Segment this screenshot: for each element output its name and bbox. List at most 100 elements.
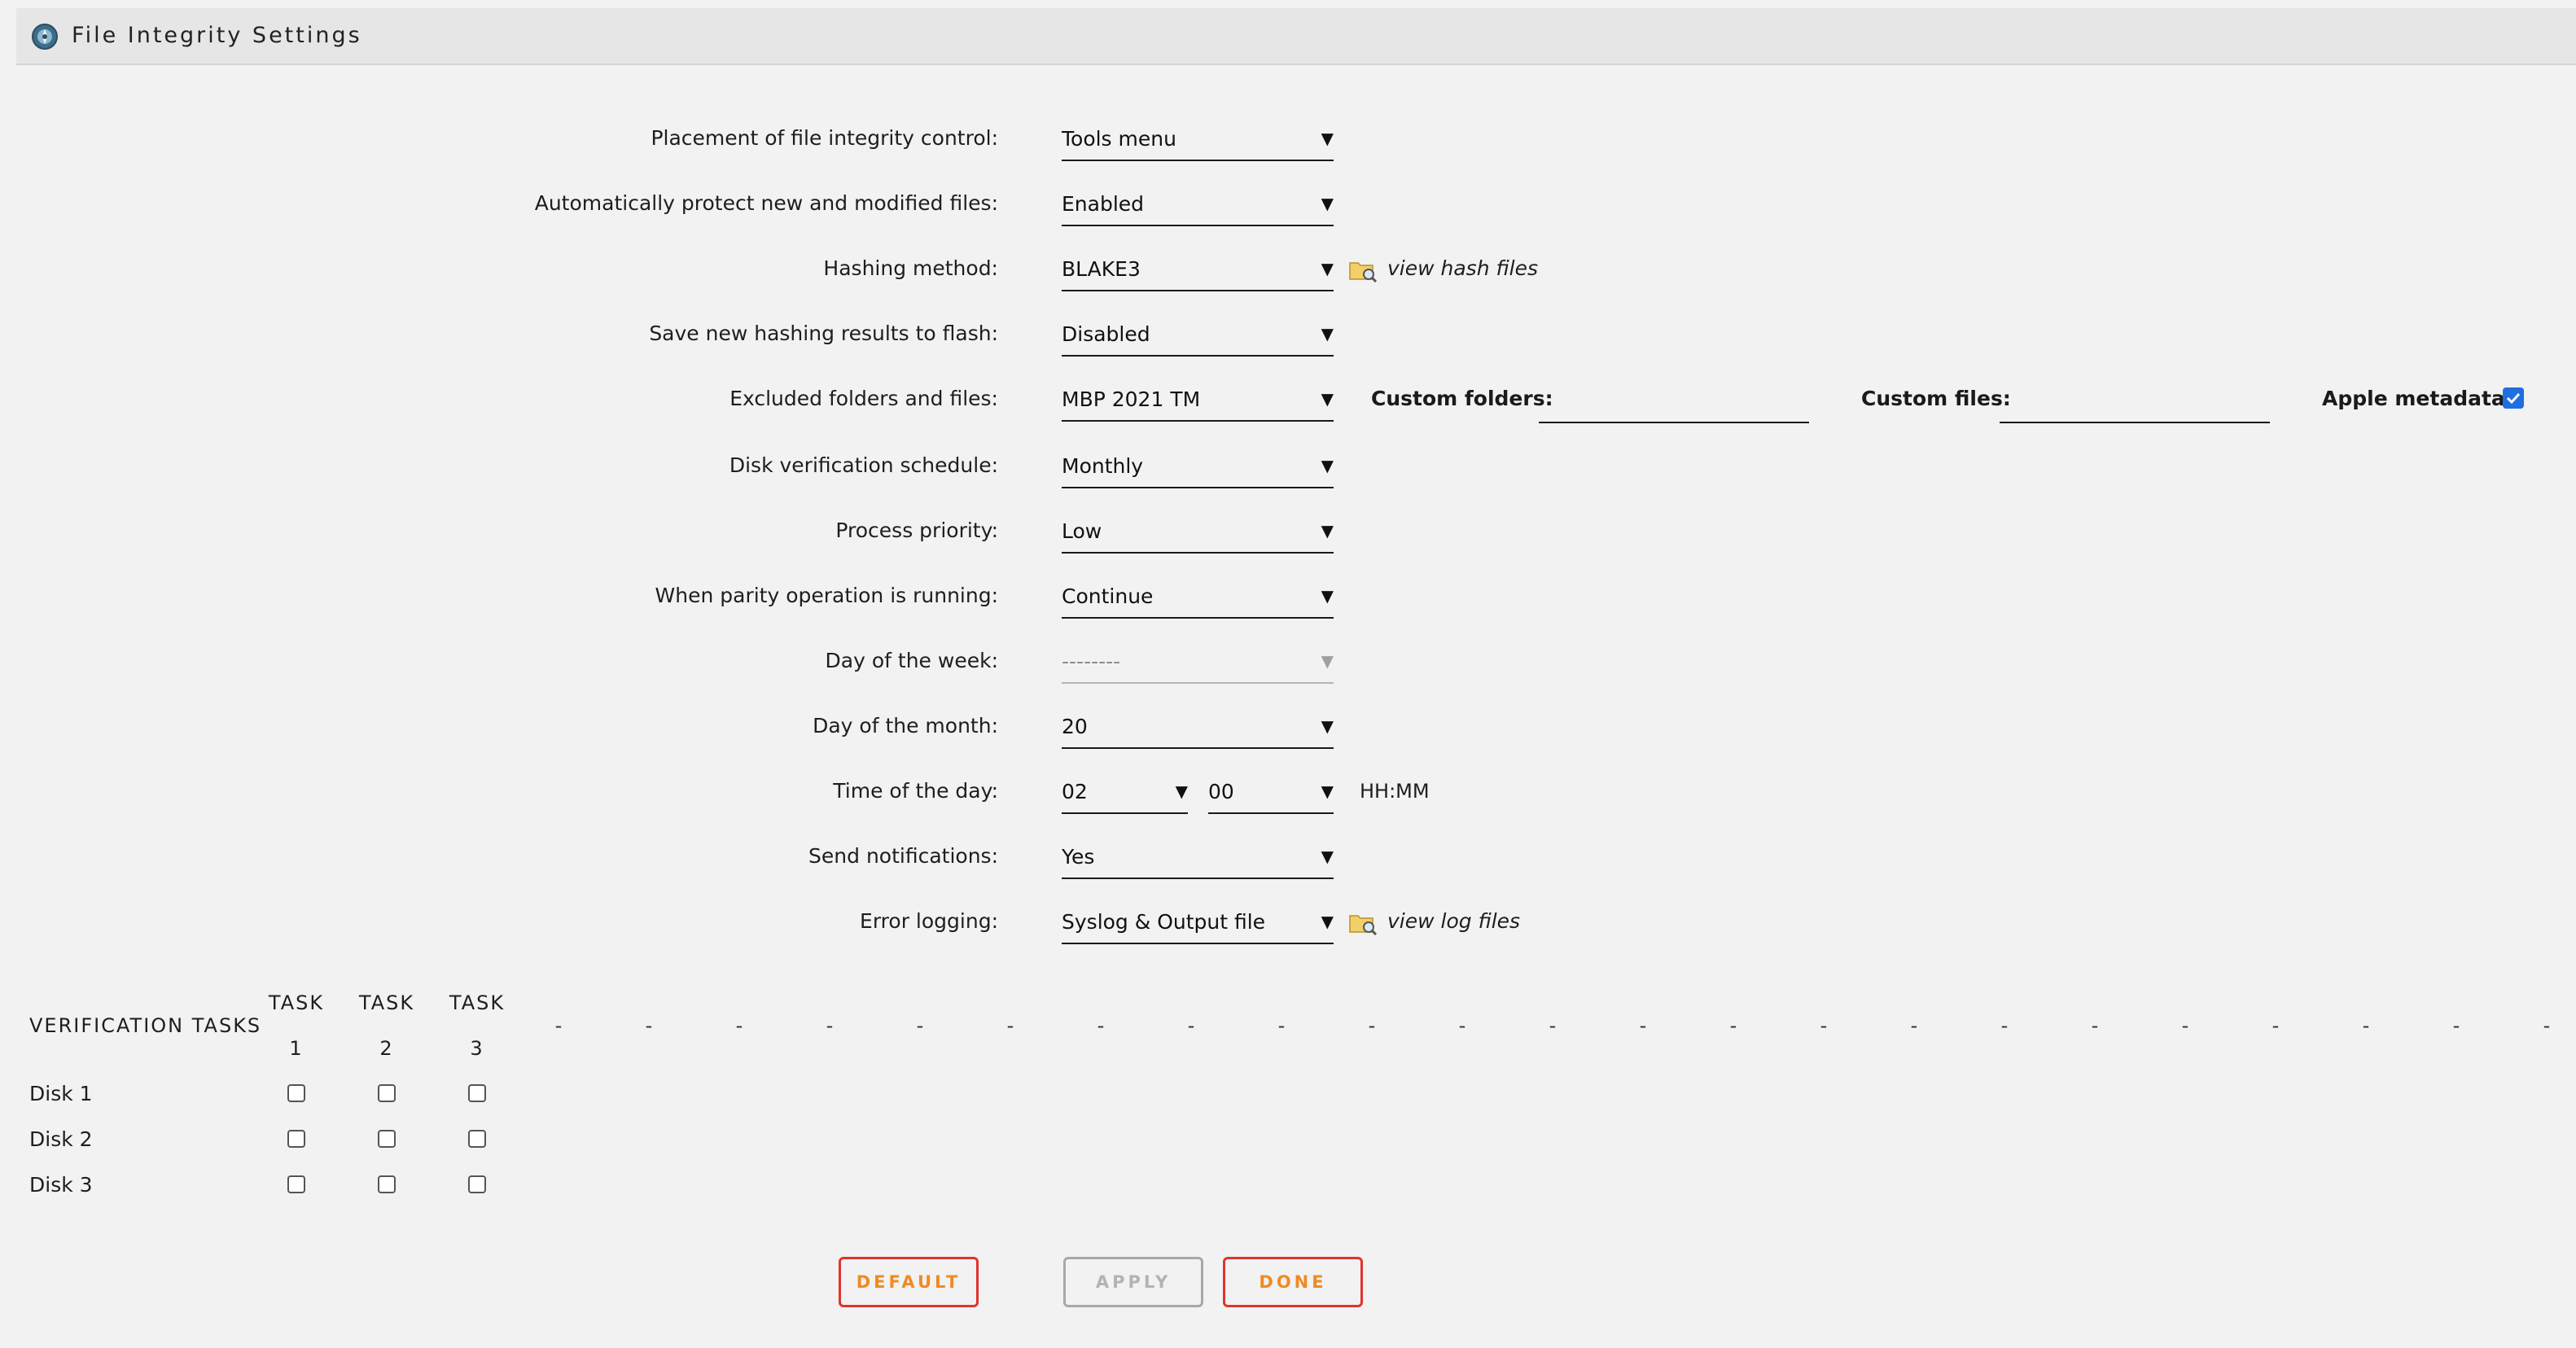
hour-select[interactable]: 02 ▼ — [1062, 773, 1188, 814]
setting-row-excluded: Excluded folders and files: MBP 2021 TM … — [0, 374, 2576, 423]
setting-label: Day of the month: — [813, 714, 998, 737]
task-placeholder-dash: - — [1639, 1014, 1647, 1037]
folder-search-icon[interactable] — [1348, 258, 1378, 282]
setting-label: When parity operation is running: — [655, 584, 998, 607]
custom-folders-input[interactable] — [1539, 383, 1809, 423]
task-placeholder-dash: - — [2000, 1014, 2009, 1037]
day-of-week-select: -------- ▼ — [1062, 643, 1334, 684]
caret-down-icon: ▼ — [1175, 781, 1188, 801]
setting-row-placement: Placement of file integrity control: Too… — [0, 114, 2576, 163]
disk-label: Disk 2 — [29, 1127, 93, 1151]
caret-down-icon: ▼ — [1321, 521, 1334, 541]
apple-metadata-checkbox[interactable] — [2503, 387, 2524, 409]
custom-files-input[interactable] — [2000, 383, 2270, 423]
task-placeholder-dash: - — [645, 1014, 653, 1037]
caret-down-icon: ▼ — [1321, 259, 1334, 278]
disk1-task2-checkbox[interactable] — [378, 1084, 396, 1102]
setting-row-error-logging: Error logging: Syslog & Output file ▼ vi… — [0, 897, 2576, 946]
task-placeholder-dash: - — [826, 1014, 834, 1037]
task-placeholder-dash: - — [554, 1014, 563, 1037]
view-log-files-link[interactable]: view log files — [1387, 897, 1520, 946]
caret-down-icon: ▼ — [1321, 651, 1334, 671]
checkmark-icon — [2506, 392, 2521, 405]
excluded-select[interactable]: MBP 2021 TM ▼ — [1062, 381, 1334, 422]
custom-folders-label: Custom folders: — [1371, 387, 1553, 410]
title-bar: File Integrity Settings — [16, 8, 2576, 65]
save-to-flash-select[interactable]: Disabled ▼ — [1062, 316, 1334, 357]
disk2-task2-checkbox[interactable] — [378, 1130, 396, 1148]
gear-globe-icon — [32, 24, 58, 50]
notifications-select[interactable]: Yes ▼ — [1062, 838, 1334, 879]
auto-protect-select[interactable]: Enabled ▼ — [1062, 186, 1334, 226]
task-placeholder-dash: - — [2362, 1014, 2370, 1037]
setting-row-priority: Process priority: Low ▼ — [0, 506, 2576, 555]
setting-row-time-of-day: Time of the day: 02 ▼ 00 ▼ HH:MM — [0, 767, 2576, 816]
setting-label: Error logging: — [860, 909, 998, 933]
task-placeholder-dash: - — [916, 1014, 924, 1037]
file-integrity-settings-page: File Integrity Settings Placement of fil… — [0, 0, 2576, 1348]
schedule-select[interactable]: Monthly ▼ — [1062, 448, 1334, 488]
setting-label: Process priority: — [835, 519, 998, 542]
priority-select[interactable]: Low ▼ — [1062, 513, 1334, 554]
time-format-hint: HH:MM — [1360, 780, 1430, 803]
page-title: File Integrity Settings — [72, 23, 362, 48]
custom-files-label: Custom files: — [1861, 387, 2011, 410]
setting-label: Placement of file integrity control: — [651, 126, 998, 150]
setting-label: Automatically protect new and modified f… — [534, 191, 998, 215]
task-placeholder-dash: - — [1277, 1014, 1286, 1037]
task-placeholder-dash: - — [2091, 1014, 2099, 1037]
disk3-task1-checkbox[interactable] — [287, 1175, 305, 1193]
caret-down-icon: ▼ — [1321, 716, 1334, 736]
done-button[interactable]: DONE — [1223, 1257, 1363, 1307]
setting-label: Time of the day: — [833, 779, 998, 803]
view-hash-files-link[interactable]: view hash files — [1387, 244, 1538, 293]
default-button[interactable]: DEFAULT — [839, 1257, 979, 1307]
setting-row-schedule: Disk verification schedule: Monthly ▼ — [0, 441, 2576, 490]
hashing-method-select[interactable]: BLAKE3 ▼ — [1062, 251, 1334, 291]
task-placeholder-dash: - — [2543, 1014, 2551, 1037]
disk1-task1-checkbox[interactable] — [287, 1084, 305, 1102]
disk1-task3-checkbox[interactable] — [468, 1084, 486, 1102]
caret-down-icon: ▼ — [1321, 456, 1334, 475]
setting-label: Disk verification schedule: — [729, 453, 998, 477]
disk2-task3-checkbox[interactable] — [468, 1130, 486, 1148]
setting-row-day-of-week: Day of the week: -------- ▼ — [0, 637, 2576, 685]
apply-button[interactable]: APPLY — [1063, 1257, 1203, 1307]
setting-row-hashing-method: Hashing method: BLAKE3 ▼ view hash files — [0, 244, 2576, 293]
task-placeholder-dash: - — [1820, 1014, 1828, 1037]
error-logging-select[interactable]: Syslog & Output file ▼ — [1062, 904, 1334, 944]
setting-label: Excluded folders and files: — [729, 387, 998, 410]
caret-down-icon: ▼ — [1321, 129, 1334, 148]
caret-down-icon: ▼ — [1321, 324, 1334, 344]
setting-label: Day of the week: — [825, 649, 998, 672]
caret-down-icon: ▼ — [1321, 194, 1334, 213]
disk3-task2-checkbox[interactable] — [378, 1175, 396, 1193]
caret-down-icon: ▼ — [1321, 847, 1334, 866]
task-placeholder-dash: - — [1097, 1014, 1105, 1037]
task-placeholder-dash: - — [1006, 1014, 1014, 1037]
task-placeholder-dash: - — [2452, 1014, 2460, 1037]
placement-select[interactable]: Tools menu ▼ — [1062, 120, 1334, 161]
task-placeholder-dash: - — [1729, 1014, 1737, 1037]
setting-label: Hashing method: — [823, 256, 998, 280]
task-placeholder-dash: - — [1187, 1014, 1195, 1037]
setting-row-notifications: Send notifications: Yes ▼ — [0, 832, 2576, 881]
folder-search-icon[interactable] — [1348, 911, 1378, 935]
disk-label: Disk 3 — [29, 1173, 93, 1197]
day-of-month-select[interactable]: 20 ▼ — [1062, 708, 1334, 749]
setting-row-parity: When parity operation is running: Contin… — [0, 571, 2576, 620]
task-placeholder-dash: - — [1368, 1014, 1376, 1037]
caret-down-icon: ▼ — [1321, 389, 1334, 409]
caret-down-icon: ▼ — [1321, 912, 1334, 931]
disk2-task1-checkbox[interactable] — [287, 1130, 305, 1148]
parity-select[interactable]: Continue ▼ — [1062, 578, 1334, 619]
setting-row-day-of-month: Day of the month: 20 ▼ — [0, 702, 2576, 751]
minute-select[interactable]: 00 ▼ — [1208, 773, 1334, 814]
disk3-task3-checkbox[interactable] — [468, 1175, 486, 1193]
disk-label: Disk 1 — [29, 1082, 93, 1105]
setting-label: Send notifications: — [808, 844, 998, 868]
task-placeholder-dash: - — [2272, 1014, 2280, 1037]
task-placeholder-dash: - — [1549, 1014, 1557, 1037]
verification-tasks-header: VERIFICATION TASKS — [29, 1014, 262, 1037]
caret-down-icon: ▼ — [1321, 781, 1334, 801]
